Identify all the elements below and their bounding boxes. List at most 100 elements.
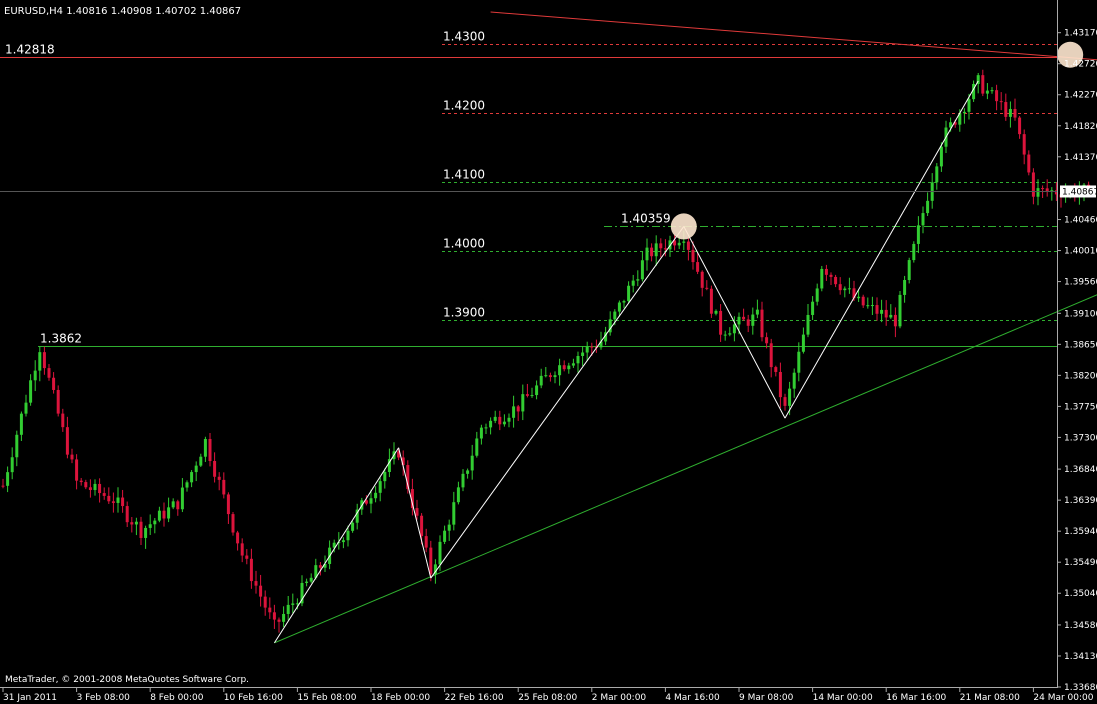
candle-body (728, 333, 732, 335)
level-label-4: 1.40359 (621, 212, 671, 226)
candle-body (134, 521, 138, 525)
candle-body (691, 249, 695, 263)
candle-body (10, 457, 14, 473)
candle-body (153, 520, 157, 525)
candle-body (24, 402, 28, 414)
candle-body (190, 472, 194, 483)
candle-body (617, 302, 621, 312)
candle-body (714, 310, 718, 314)
candle-body (884, 309, 888, 318)
level-label-5: 1.4000 (443, 237, 485, 251)
candle-body (765, 337, 769, 344)
candle-body (622, 301, 626, 303)
candle-body (470, 455, 474, 471)
candle-body (811, 301, 815, 315)
candle-body (75, 459, 79, 481)
candle-body (1008, 108, 1012, 117)
candle-body (249, 558, 253, 582)
y-tick-label: 1.41370 (1064, 153, 1097, 163)
candle-body (369, 498, 373, 504)
candle-body (843, 288, 847, 291)
candle-body (1004, 102, 1008, 117)
candle-body (815, 288, 819, 302)
candle-body (774, 367, 778, 372)
y-tick-label: 1.33680 (1064, 683, 1097, 693)
candle-body (47, 368, 51, 378)
y-tick-label: 1.39560 (1064, 278, 1097, 288)
candle-body (130, 522, 134, 525)
candle-body (898, 294, 902, 327)
candle-body (180, 487, 184, 510)
candle-body (1041, 188, 1045, 190)
candle-body (999, 101, 1003, 103)
y-tick-label: 1.38650 (1064, 340, 1097, 350)
candle-body (213, 461, 217, 477)
candle-body (640, 260, 644, 280)
candle-body (1018, 117, 1022, 135)
candle-body (65, 427, 69, 455)
candle-body (429, 547, 433, 575)
y-tick-label: 1.35490 (1064, 558, 1097, 568)
candle-body (484, 427, 488, 429)
y-tick-label: 1.40460 (1064, 216, 1097, 226)
candle-body (231, 514, 235, 533)
candle-body (1, 485, 5, 487)
candle-body (263, 596, 267, 608)
candle-body (788, 388, 792, 406)
candle-body (1045, 188, 1049, 192)
candle-body (590, 346, 594, 348)
chart-header: EURUSD,H4 1.40816 1.40908 1.40702 1.4086… (4, 6, 241, 17)
candle-body (742, 316, 746, 320)
candle-body (857, 296, 861, 299)
y-tick-label: 1.42270 (1064, 91, 1097, 101)
candle-body (167, 507, 171, 519)
y-tick-label: 1.36390 (1064, 496, 1097, 506)
y-tick-label: 1.36840 (1064, 465, 1097, 475)
candle-body (732, 324, 736, 334)
x-tick-label: 10 Feb 16:00 (224, 693, 283, 703)
candle-body (677, 242, 681, 246)
candle-body (645, 247, 649, 261)
candle-body (866, 305, 870, 307)
candle-body (870, 305, 874, 307)
candle-body (962, 111, 966, 114)
candle-body (525, 394, 529, 396)
candle-body (111, 501, 115, 503)
marker-circle-0 (670, 213, 697, 240)
candle-body (226, 494, 230, 515)
candle-body (516, 406, 520, 412)
candle-body (19, 413, 23, 435)
candle-body (654, 243, 658, 257)
candle-body (981, 75, 985, 94)
x-tick-label: 16 Mar 16:00 (886, 693, 946, 703)
candle-body (585, 346, 589, 353)
y-tick-label: 1.37750 (1064, 402, 1097, 412)
candle-body (801, 334, 805, 352)
candle-body (967, 99, 971, 112)
candle-body (737, 316, 741, 325)
level-label-2: 1.4200 (443, 99, 485, 113)
candle-body (466, 470, 470, 474)
candle-body (926, 200, 930, 214)
candle-body (539, 375, 543, 386)
candle-body (479, 427, 483, 439)
candle-body (61, 413, 65, 428)
candle-body (829, 274, 833, 277)
y-tick-label: 1.38200 (1064, 371, 1097, 381)
candle-body (438, 541, 442, 565)
x-tick-label: 31 Jan 2011 (3, 693, 57, 703)
candle-body (70, 454, 74, 460)
copyright-note: MetaTrader, © 2001-2008 MetaQuotes Softw… (5, 675, 249, 685)
price-chart[interactable]: 1.4300 1.42818 1.4200 1.4100 1.40359 1.4000 1.… (0, 0, 1097, 704)
candle-body (139, 521, 143, 538)
candle-body (755, 309, 759, 315)
candle-body (38, 352, 42, 371)
candle-body (194, 465, 198, 473)
candle-body (424, 536, 428, 548)
candle-body (346, 530, 350, 541)
candle-body (636, 279, 640, 281)
candle-body (778, 371, 782, 398)
candle-body (157, 510, 161, 521)
candle-body (567, 365, 571, 370)
candle-body (1013, 108, 1017, 118)
